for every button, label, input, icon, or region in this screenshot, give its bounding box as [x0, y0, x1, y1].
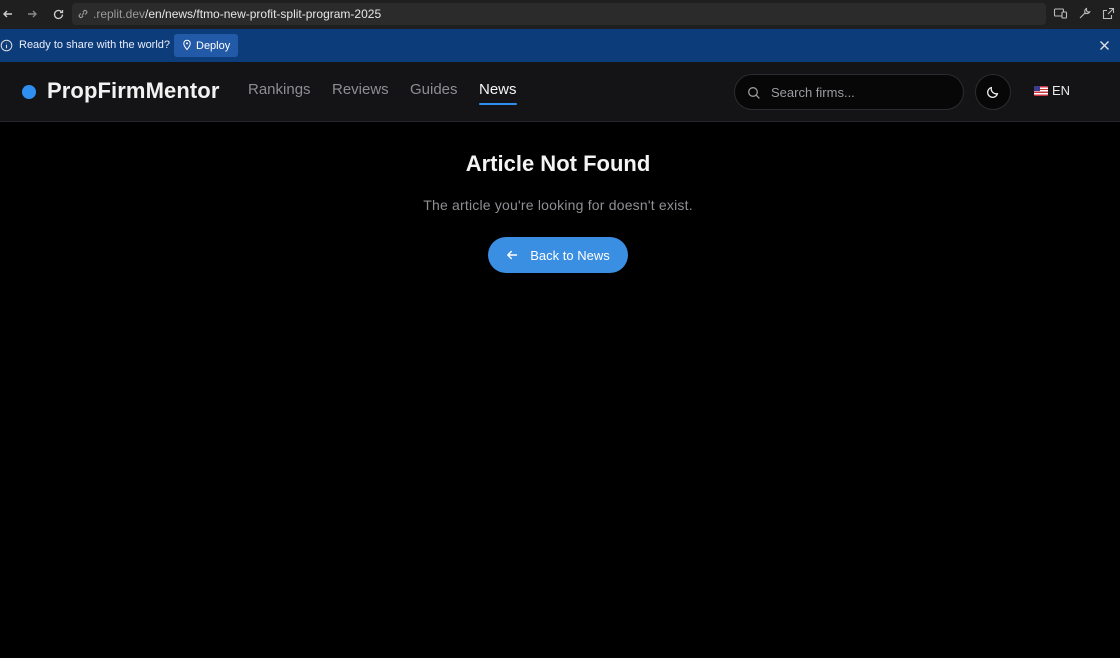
banner-message: Ready to share with the world? — [19, 39, 171, 51]
back-to-news-button[interactable]: Back to News — [488, 237, 628, 273]
open-external-icon[interactable] — [1101, 6, 1117, 22]
search-icon — [748, 87, 760, 99]
nav-reviews[interactable]: Reviews — [332, 81, 389, 98]
url-path: /en/news/ftmo-new-profit-split-program-2… — [145, 7, 382, 21]
search-input[interactable] — [771, 75, 957, 109]
moon-icon — [987, 86, 999, 98]
language-label: EN — [1052, 83, 1071, 98]
nav-rankings[interactable]: Rankings — [248, 81, 311, 98]
brand-logo-dot — [22, 85, 36, 99]
info-icon — [0, 39, 13, 52]
deploy-label: Deploy — [196, 39, 231, 52]
main-content: Article Not Found The article you're loo… — [0, 123, 1120, 658]
arrow-left-icon — [507, 250, 518, 260]
link-icon — [78, 9, 88, 19]
search-box — [734, 74, 964, 110]
brand-name[interactable]: PropFirmMentor — [47, 78, 220, 104]
back-button-label: Back to News — [530, 247, 610, 263]
nav-news[interactable]: News — [479, 81, 517, 105]
wrench-icon[interactable] — [1077, 6, 1093, 22]
deploy-banner: Ready to share with the world? Deploy — [0, 29, 1120, 62]
back-arrow-icon[interactable] — [0, 6, 16, 22]
page-subtitle: The article you're looking for doesn't e… — [423, 197, 693, 213]
theme-toggle-button[interactable] — [975, 74, 1011, 110]
url-host: .replit.dev — [93, 7, 146, 21]
page-title: Article Not Found — [465, 151, 651, 176]
deploy-icon — [183, 39, 191, 51]
deploy-button[interactable]: Deploy — [174, 34, 239, 57]
browser-toolbar: .replit.dev/en/news/ftmo-new-profit-spli… — [0, 0, 1120, 29]
forward-arrow-icon[interactable] — [24, 6, 40, 22]
close-banner-icon[interactable] — [1098, 39, 1111, 52]
nav-guides[interactable]: Guides — [410, 81, 458, 98]
site-header: PropFirmMentor Rankings Reviews Guides N… — [0, 62, 1120, 122]
address-bar[interactable]: .replit.dev/en/news/ftmo-new-profit-spli… — [72, 3, 1046, 25]
devices-icon[interactable] — [1053, 6, 1069, 22]
reload-icon[interactable] — [50, 6, 66, 22]
language-selector[interactable]: EN — [1034, 83, 1070, 98]
us-flag-icon — [1034, 85, 1048, 96]
